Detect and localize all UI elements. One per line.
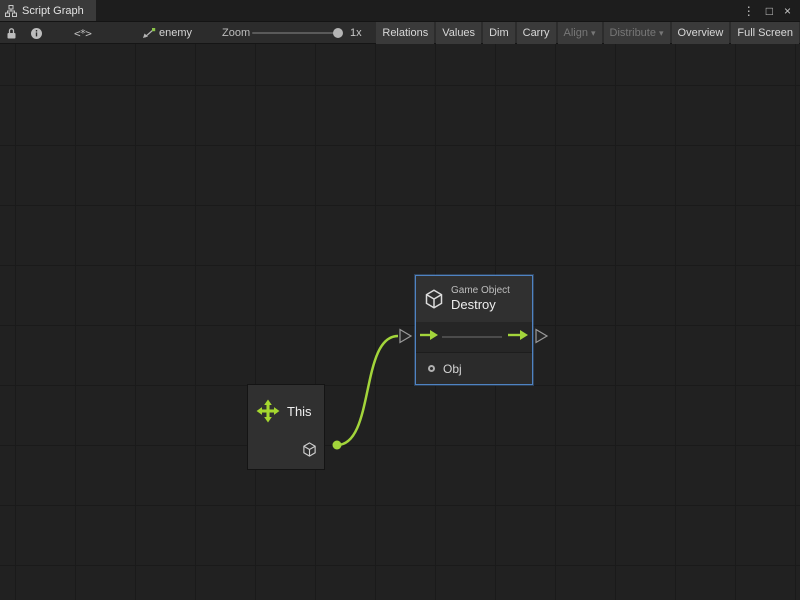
- graph-name-label: enemy: [159, 22, 192, 44]
- align-dropdown[interactable]: Align ▾: [558, 22, 602, 44]
- zoom-slider-knob[interactable]: [333, 28, 343, 38]
- flow-output-arrow-icon[interactable]: [507, 328, 529, 346]
- distribute-dropdown[interactable]: Distribute ▾: [604, 22, 670, 44]
- window-close-icon[interactable]: ×: [784, 0, 791, 22]
- relations-button[interactable]: Relations: [376, 22, 434, 44]
- dim-button[interactable]: Dim: [483, 22, 515, 44]
- toolbar-buttons: Relations Values Dim Carry Align ▾ Distr…: [376, 22, 799, 44]
- connection-wire[interactable]: [337, 336, 398, 445]
- fullscreen-button[interactable]: Full Screen: [731, 22, 799, 44]
- script-graph-icon: [5, 5, 17, 17]
- destroy-node-header[interactable]: Game Object Destroy: [416, 276, 532, 322]
- this-output-port[interactable]: [333, 441, 342, 450]
- relation-line: [442, 336, 502, 338]
- info-icon[interactable]: [30, 22, 43, 44]
- inspect-code-icon[interactable]: <*>: [74, 22, 91, 44]
- game-object-cube-icon: [424, 289, 444, 309]
- zoom-slider-track[interactable]: [252, 32, 338, 34]
- obj-input-port[interactable]: [428, 365, 435, 372]
- flow-out-port-triangle[interactable]: [536, 330, 547, 343]
- graph-toolbar: <*> enemy Zoom 1x Relations Values Dim C…: [0, 22, 800, 44]
- destroy-node-flow-row: [416, 322, 532, 352]
- lock-icon[interactable]: [6, 22, 17, 44]
- node-category-label: Game Object: [451, 285, 510, 298]
- graph-canvas[interactable]: Game Object Destroy Obj: [0, 44, 800, 600]
- zoom-value: 1x: [350, 22, 362, 44]
- overview-button[interactable]: Overview: [672, 22, 730, 44]
- flow-in-port-triangle[interactable]: [400, 330, 411, 343]
- tab-title: Script Graph: [22, 5, 84, 17]
- node-title-label: Destroy: [451, 297, 510, 313]
- this-node-title: This: [287, 404, 312, 419]
- title-bar: Script Graph ⋮ □ ×: [0, 0, 800, 22]
- this-move-icon: [256, 399, 280, 423]
- carry-button[interactable]: Carry: [517, 22, 556, 44]
- tab-script-graph[interactable]: Script Graph: [0, 0, 96, 21]
- graph-pointer-icon: [142, 22, 156, 44]
- destroy-node[interactable]: Game Object Destroy Obj: [415, 275, 533, 385]
- chevron-down-icon: ▾: [591, 28, 596, 39]
- destroy-node-obj-row: Obj: [416, 352, 532, 384]
- this-node[interactable]: This: [247, 384, 325, 470]
- values-button[interactable]: Values: [436, 22, 481, 44]
- chevron-down-icon: ▾: [659, 28, 664, 39]
- obj-port-label: Obj: [443, 362, 462, 376]
- this-output-cube-icon[interactable]: [302, 442, 317, 462]
- zoom-label: Zoom: [222, 22, 250, 44]
- window-menu-icon[interactable]: ⋮: [743, 0, 755, 22]
- zoom-slider[interactable]: [252, 22, 338, 44]
- flow-input-arrow-icon[interactable]: [419, 328, 439, 346]
- window-maximize-icon[interactable]: □: [766, 0, 773, 22]
- titlebar-spacer: [96, 0, 743, 21]
